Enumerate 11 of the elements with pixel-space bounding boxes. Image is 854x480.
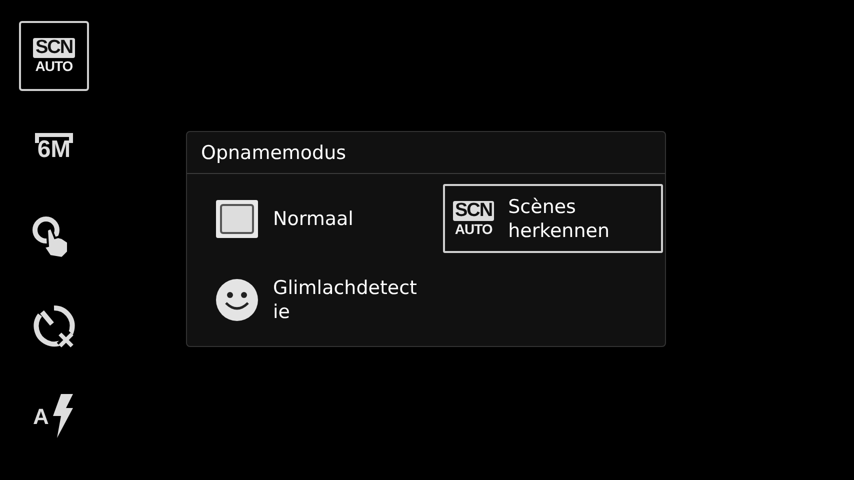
mode-option[interactable]: Glimlachdetect ie [197,265,429,334]
auto-flash-icon: A [33,394,75,438]
mode-option[interactable]: SCN AUTO Scènes herkennen [443,184,663,253]
image-size-icon: 6M [34,132,74,160]
mode-option[interactable]: Normaal [197,184,429,253]
dialog-title: Opnamemodus [187,132,665,174]
smiley-icon [215,278,259,322]
toolbar-button[interactable]: SCN AUTO [19,21,89,91]
toolbar-button[interactable]: 6M [19,111,89,181]
square-icon [215,198,259,238]
toolbar-button[interactable]: A [19,381,89,451]
